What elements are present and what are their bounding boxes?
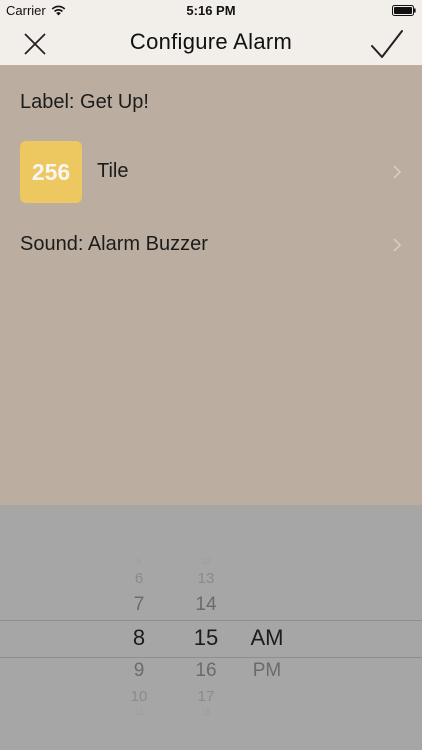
picker-hour-option[interactable]: 5 [114,557,164,566]
checkmark-icon[interactable] [370,28,404,60]
picker-hour-selected[interactable]: 8 [114,625,164,651]
picker-minute-option[interactable]: 17 [181,688,231,705]
picker-minute-option[interactable]: 12 [181,557,231,566]
status-time: 5:16 PM [186,3,236,18]
chevron-right-icon [393,238,402,252]
chevron-right-icon [393,165,402,179]
page-title: Configure Alarm [129,29,293,54]
picker-minute-option[interactable]: 13 [181,570,231,587]
picker-minute-option[interactable]: 18 [181,708,231,717]
tile-row[interactable]: 256 Tile [0,141,422,203]
tile-label: Tile [97,160,129,182]
time-picker[interactable]: 5 6 7 8 9 10 11 12 13 14 15 16 17 18 AM … [0,505,422,750]
alarm-settings: Label: Get Up! 256 Tile Sound: Alarm Buz… [0,65,422,505]
picker-hour-option[interactable]: 7 [114,594,164,616]
picker-hour-option[interactable]: 9 [114,660,164,682]
picker-ampm-selected[interactable]: AM [240,625,294,651]
picker-hour-option[interactable]: 11 [114,708,164,717]
picker-hour-option[interactable]: 6 [114,570,164,587]
tile-badge: 256 [20,141,82,203]
label-row[interactable]: Label: Get Up! [20,91,149,114]
navigation-bar: Configure Alarm [0,22,422,65]
picker-hour-option[interactable]: 10 [114,688,164,705]
sound-label: Sound: Alarm Buzzer [20,233,208,255]
battery-icon [392,5,416,16]
picker-minute-selected[interactable]: 15 [181,625,231,651]
picker-minute-option[interactable]: 14 [181,594,231,616]
configure-alarm-screen: Carrier 5:16 PM Configure Alarm Label: G… [0,0,422,750]
picker-ampm-option[interactable]: PM [240,660,294,682]
picker-minute-option[interactable]: 16 [181,660,231,682]
status-bar: Carrier 5:16 PM [0,0,422,22]
